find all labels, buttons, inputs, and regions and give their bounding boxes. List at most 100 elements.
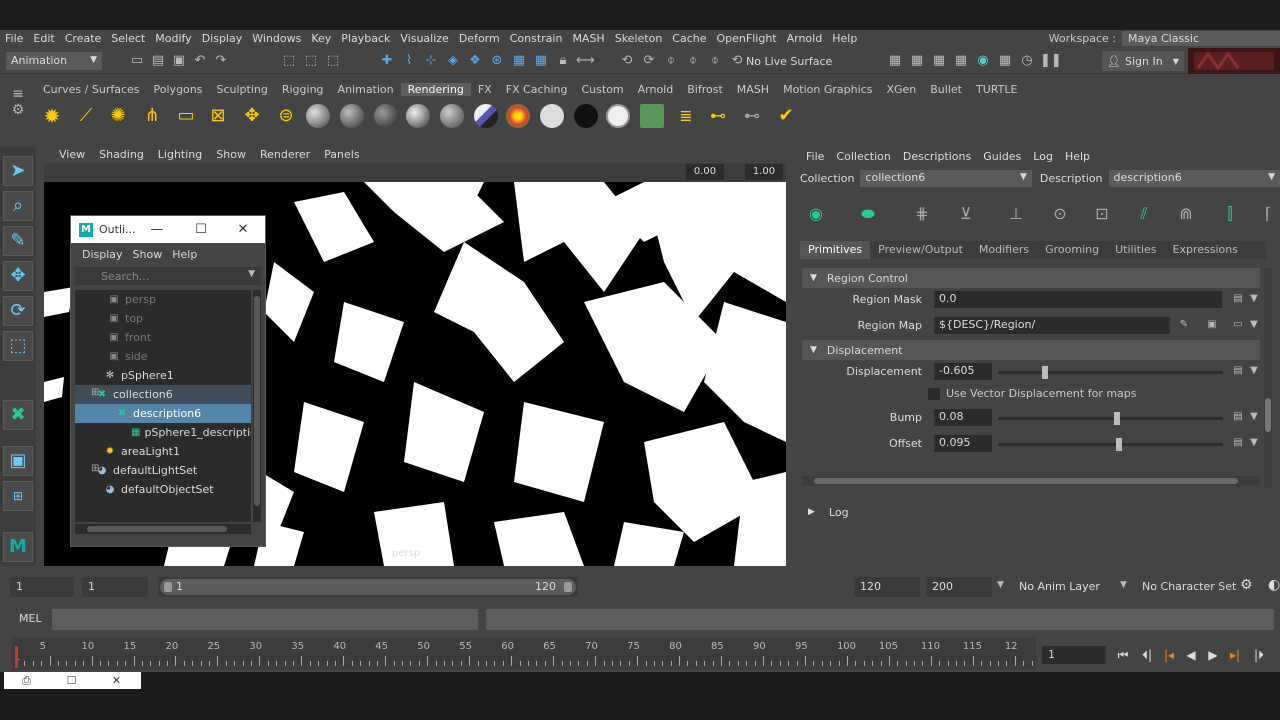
xgen-menu-help[interactable]: Help [1059,150,1096,163]
xgen-tab-grooming[interactable]: Grooming [1037,241,1107,259]
render-settings-icon[interactable]: ▦ [952,52,970,70]
show-guides-icon[interactable]: ⊙ [1046,200,1074,228]
maximize-icon[interactable]: ☐ [49,674,94,687]
play-backward-icon[interactable]: ◀ [1182,646,1200,664]
preferences-icon[interactable]: ⚙ [1240,577,1253,593]
shelf-tab-fx-caching[interactable]: FX Caching [499,83,575,96]
character-set-dropdown[interactable]: No Character Set [1142,580,1236,593]
shelf-tab-curves-surfaces[interactable]: Curves / Surfaces [36,83,147,96]
menu-windows[interactable]: Windows [247,32,306,45]
menu-create[interactable]: Create [60,32,107,45]
sign-in-button[interactable]: 👤︎ Sign In ▼ [1102,51,1184,71]
rotate-tool-icon[interactable]: ⟳ [3,296,33,326]
preview-eye-icon[interactable]: ◉ [802,200,830,228]
outliner-menu-show[interactable]: Show [128,248,168,261]
workspace-selector[interactable]: Workspace : Maya Classic [1042,30,1280,47]
construction-icon[interactable]: ⟳ [640,52,658,70]
minimized-window[interactable]: ⎙ ☐ ✕ [4,672,141,689]
viewport-menu-show[interactable]: Show [209,148,253,161]
description-dropdown[interactable]: description6 ▼ [1108,169,1280,187]
offset-slider[interactable] [998,438,1223,451]
shelf-tab-turtle[interactable]: TURTLE [969,83,1024,96]
step-back-key-icon[interactable]: ⏴| [1138,646,1156,664]
anim-layer-dropdown[interactable]: No Anim Layer [1019,580,1100,593]
anisotropic-sphere-icon[interactable] [440,104,464,128]
symmetry-icon[interactable]: ⟷ [576,52,595,70]
xgen-menu-file[interactable]: File [800,150,830,163]
outliner-row[interactable]: ⊞ ✖ collection6 [75,385,251,404]
menu-mash[interactable]: MASH [567,32,609,45]
snap-icon-7[interactable]: ▦ [510,52,528,70]
chevron-down-icon[interactable]: ▼ [1248,293,1260,305]
menu-skeleton[interactable]: Skeleton [610,32,668,45]
restore-icon[interactable]: ⎙ [4,674,49,688]
generate-primitives-icon[interactable]: ⫿ [1216,200,1244,228]
lasso-tool-icon[interactable]: ⌕ [3,191,33,221]
directional-light-icon[interactable]: ⟋ [74,104,98,128]
output-icon[interactable]: ⌽ [684,52,702,70]
xgen-tab-primitives[interactable]: Primitives [800,241,871,259]
sculpt-guide-icon[interactable]: ⊥ [1002,200,1030,228]
expression-icon[interactable]: ▤ [1232,411,1244,423]
render-layer-icon[interactable]: ≣ [674,104,698,128]
chevron-down-icon[interactable]: ▼ [1248,319,1260,331]
guide-to-curve-icon[interactable]: ⫽ [1130,200,1158,228]
redo-icon[interactable]: ↷ [212,52,230,70]
menu-file[interactable]: File [0,32,28,45]
workspace-value[interactable]: Maya Classic [1122,31,1280,46]
go-to-start-icon[interactable]: ⏮ [1114,646,1132,664]
shelf-tab-polygons[interactable]: Polygons [147,83,210,96]
chevron-down-icon[interactable]: ▼ [1248,437,1260,449]
undo-icon[interactable]: ↶ [191,52,209,70]
menu-openflight[interactable]: OpenFlight [712,32,782,45]
xgen-menu-log[interactable]: Log [1027,150,1059,163]
phonge-sphere-icon[interactable] [406,104,430,128]
expand-icon[interactable]: ⊞ [91,387,99,398]
arnold-ipr-icon[interactable]: ◷ [1018,52,1036,70]
chevron-down-icon[interactable]: ▼ [1248,411,1260,423]
close-icon[interactable]: ✕ [233,220,253,240]
layout-single-icon[interactable]: ▣ [3,446,33,476]
xgen-vscroll[interactable] [1264,268,1272,488]
shelf-tab-custom[interactable]: Custom [575,83,631,96]
add-guide-icon[interactable]: ⊻ [952,200,980,228]
lambert-sphere-icon[interactable] [340,104,364,128]
playback-end-field[interactable]: 120 [854,577,920,597]
lock-guides-icon[interactable]: ⊡ [1088,200,1116,228]
scroll-thumb[interactable] [814,478,1238,484]
xgen-menu-guides[interactable]: Guides [977,150,1027,163]
menuset-dropdown[interactable]: Animation ▼ [6,52,102,70]
ipr-render-icon[interactable]: ▦ [930,52,948,70]
region-control-header[interactable]: ▼ Region Control [802,268,1260,288]
phong-sphere-icon[interactable] [374,104,398,128]
xgen-tab-modifiers[interactable]: Modifiers [971,241,1037,259]
menu-arnold[interactable]: Arnold [782,32,828,45]
outliner-hscroll[interactable] [75,524,251,534]
save-scene-icon[interactable]: ▣ [170,52,188,70]
slider-knob[interactable] [1114,412,1121,425]
menu-key[interactable]: Key [306,32,336,45]
shelf-tab-bifrost[interactable]: Bifrost [680,83,730,96]
current-time-indicator[interactable] [15,646,18,668]
layout-quad-icon[interactable]: ⊞ [3,481,33,511]
mel-label[interactable]: MEL [19,612,42,625]
shelf-tab-bullet[interactable]: Bullet [923,83,969,96]
collection-dropdown[interactable]: collection6 ▼ [860,169,1032,187]
region-mask-field[interactable]: 0.0 [934,291,1222,308]
menu-deform[interactable]: Deform [454,32,505,45]
folder-icon[interactable]: ▭ [1232,319,1244,331]
outliner-menu-display[interactable]: Display [77,248,128,261]
paint-map-icon[interactable]: ✎ [1178,319,1190,331]
xgen-menu-collection[interactable]: Collection [830,150,896,163]
menu-edit[interactable]: Edit [28,32,59,45]
auto-key-icon[interactable]: ◐ [1268,577,1280,593]
xgen-tab-expressions[interactable]: Expressions [1165,241,1246,259]
viewport-menu-panels[interactable]: Panels [317,148,366,161]
minimize-icon[interactable]: — [147,220,167,240]
create-description-icon[interactable]: ⬬ [854,200,882,228]
live-surface-icon[interactable]: ⟲ [728,52,746,70]
expression-icon[interactable]: ▤ [1232,437,1244,449]
shelf-menu-icon[interactable]: ≡ ⚙ [6,86,30,130]
outliner-row[interactable]: ⊞ ◕ defaultLightSet [75,461,251,480]
expression-icon[interactable]: ▤ [1232,365,1244,377]
